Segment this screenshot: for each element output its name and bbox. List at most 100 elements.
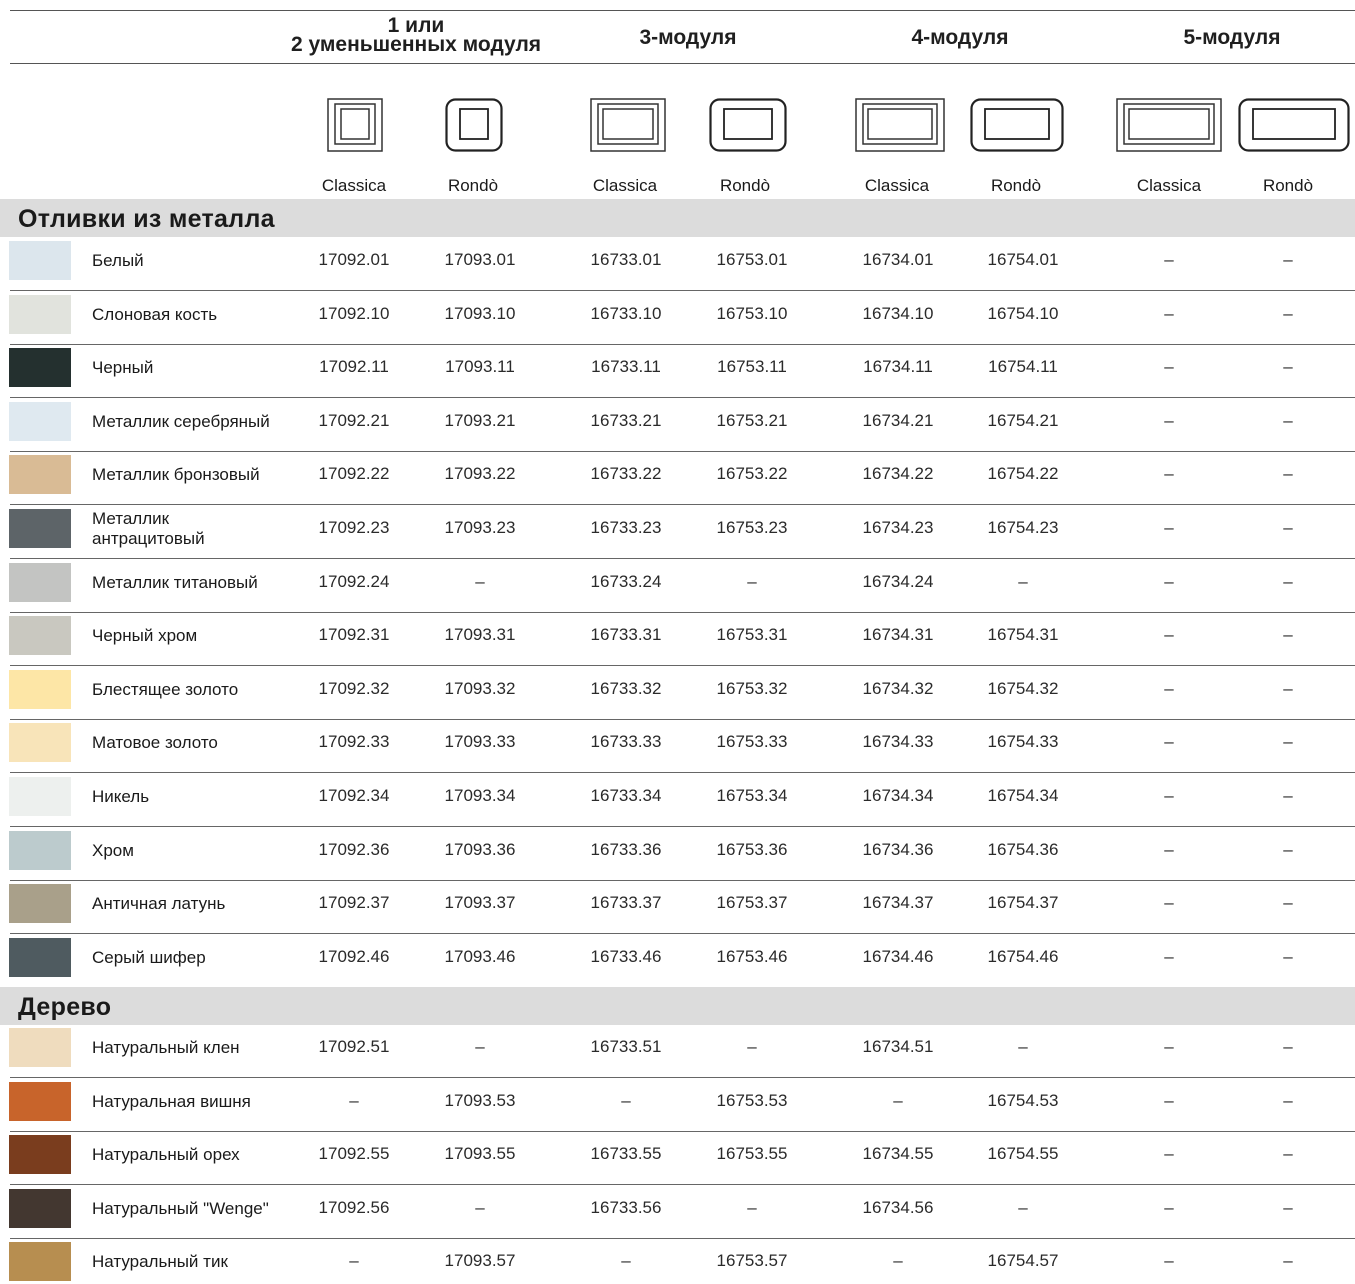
article-code: 16754.33 (987, 732, 1059, 752)
group-header-3-modules: 3-модуля (588, 27, 788, 48)
plate-rondo-3-module-icon (709, 98, 787, 152)
color-swatch (9, 669, 71, 709)
article-code: 16733.31 (590, 625, 662, 645)
article-code: – (1164, 893, 1174, 913)
subheader-rondo: Rondò (447, 176, 499, 195)
finish-name: Натуральный клен (92, 1038, 240, 1057)
article-code: 17093.57 (444, 1251, 516, 1271)
article-code: 16753.10 (716, 303, 788, 323)
article-code: – (1164, 732, 1174, 752)
color-swatch (9, 1242, 71, 1282)
article-code: – (1283, 1037, 1293, 1056)
article-code: 17093.33 (444, 732, 516, 752)
article-code: – (1283, 893, 1293, 913)
article-code: – (1164, 946, 1174, 966)
article-code: 17093.37 (444, 893, 516, 913)
finish-name: Натуральный тик (92, 1252, 228, 1272)
article-code: 17093.23 (444, 518, 516, 537)
finish-name: Натуральная вишня (92, 1091, 251, 1111)
article-code: – (1164, 571, 1174, 591)
subheader-classica: Classica (592, 176, 658, 195)
color-swatch (9, 1188, 71, 1228)
article-code: 16734.56 (862, 1197, 934, 1217)
finish-name: Черный хром (92, 626, 198, 646)
section-header: Отливки из металла (0, 199, 1355, 237)
article-code: 16733.23 (590, 518, 662, 537)
article-code: 16753.23 (716, 518, 788, 537)
article-code: 16734.22 (862, 464, 934, 484)
article-code: 16734.36 (862, 839, 934, 859)
article-code: – (747, 1037, 757, 1056)
article-code: 17093.46 (444, 946, 516, 966)
group-header-5-modules: 5-модуля (1132, 27, 1332, 48)
article-code: – (1283, 1251, 1293, 1271)
table-row: Металлик антрацитовый 17092.23 17093.23 167… (0, 506, 1355, 559)
color-swatch (9, 401, 71, 441)
table-row: Натуральный клен 17092.51 – 16733.51 – 16734.… (0, 1025, 1355, 1078)
table-row: Античная латунь 17092.37 17093.37 16733.37 1… (0, 881, 1355, 935)
top-rule (10, 10, 1355, 11)
plate-classica-3-module-icon (590, 98, 666, 152)
article-code: 16754.22 (987, 464, 1059, 484)
article-code: 16734.11 (863, 357, 933, 377)
finish-name: Белый (92, 251, 144, 270)
article-code: 17092.22 (318, 464, 390, 484)
color-swatch (9, 723, 71, 763)
article-code: 17093.11 (445, 357, 515, 377)
article-code: 16754.01 (987, 250, 1059, 269)
article-code: 16733.55 (590, 1144, 662, 1164)
plate-classica-4-module-icon (855, 98, 945, 152)
article-code: 16754.46 (987, 946, 1059, 966)
article-code: – (621, 1090, 631, 1110)
article-code: 16754.32 (987, 678, 1059, 698)
article-code: – (1164, 303, 1174, 323)
finish-name: Натуральный орех (92, 1145, 240, 1165)
color-swatch (9, 1028, 71, 1067)
color-swatch (9, 830, 71, 870)
article-code: – (1283, 464, 1293, 484)
table-row: Хром 17092.36 17093.36 16733.36 16753.36 1673… (0, 828, 1355, 881)
article-code: 17093.31 (444, 625, 516, 645)
article-code: – (1164, 1197, 1174, 1217)
article-code: – (1164, 1090, 1174, 1110)
article-code: – (1283, 946, 1293, 966)
article-code: 16734.37 (862, 893, 934, 913)
subheader-classica: Classica (1136, 176, 1202, 195)
finish-name: Античная латунь (92, 894, 226, 914)
article-code: 16733.24 (590, 571, 662, 591)
article-code: 16754.55 (987, 1144, 1059, 1164)
finish-name: Металлик титановый (92, 572, 258, 592)
article-code: – (1283, 678, 1293, 698)
subheader-rondo: Rondò (1262, 176, 1314, 195)
article-code: – (1164, 410, 1174, 430)
article-code: 17092.46 (318, 946, 390, 966)
article-code: 16753.21 (716, 410, 788, 430)
article-code: 17092.56 (318, 1197, 390, 1217)
article-code: 17092.32 (318, 678, 390, 698)
article-code: 16754.31 (987, 625, 1059, 645)
header-rule (10, 63, 1355, 64)
article-code: 16734.55 (862, 1144, 934, 1164)
article-code: 16733.01 (590, 250, 662, 269)
article-code: 16753.33 (716, 732, 788, 752)
article-code: – (1164, 1037, 1174, 1056)
subheader-classica: Classica (864, 176, 930, 195)
article-code: – (475, 1037, 485, 1056)
article-code: 16753.46 (716, 946, 788, 966)
article-code: 16733.33 (590, 732, 662, 752)
article-code: – (475, 1197, 485, 1217)
article-code: 16754.53 (987, 1090, 1059, 1110)
article-code: 17092.21 (318, 410, 390, 430)
article-code: – (1283, 786, 1293, 805)
color-swatch (9, 777, 71, 816)
article-code: – (1283, 732, 1293, 752)
article-code: – (1164, 625, 1174, 645)
table-row: Натуральный "Wenge" 17092.56 – 16733.56 – 167… (0, 1186, 1355, 1239)
article-code: – (747, 571, 757, 591)
article-code: 16733.32 (590, 678, 662, 698)
table-row: Металлик бронзовый 17092.22 17093.22 16733.… (0, 452, 1355, 506)
article-code: 16733.34 (590, 786, 662, 805)
finish-name: Металлик бронзовый (92, 465, 260, 485)
article-code: 17092.11 (319, 357, 389, 377)
article-code: 16754.11 (988, 357, 1058, 377)
